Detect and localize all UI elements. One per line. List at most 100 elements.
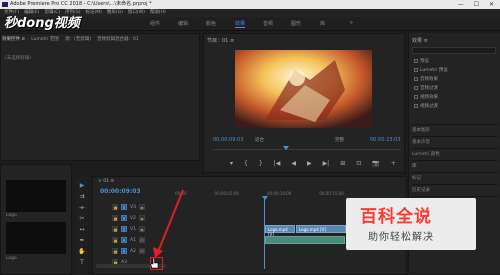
lock-track-icon[interactable]: 🔒 xyxy=(112,237,118,243)
mark-out-button[interactable]: } xyxy=(259,160,263,167)
source-patch-button[interactable]: V xyxy=(121,215,127,221)
overwrite-button[interactable]: ⊡ xyxy=(356,160,361,167)
workspace-tab-editing[interactable]: 编辑 xyxy=(178,20,188,27)
brand-watermark: 秒dong视频 xyxy=(4,16,80,31)
program-time-ruler[interactable] xyxy=(213,146,401,150)
mark-in-button[interactable]: { xyxy=(244,160,248,167)
watermark-title: 百科全说 xyxy=(360,207,432,227)
menu-help[interactable]: 帮助(H) xyxy=(150,9,166,17)
razor-tool-icon[interactable]: ✂ xyxy=(79,215,84,222)
video-clip[interactable]: Logo.mp4 [V] xyxy=(296,225,346,233)
panel-essential-sound[interactable]: 基本声音 xyxy=(412,136,498,145)
lock-track-icon[interactable]: 🔒 xyxy=(112,248,118,254)
effects-panel-title[interactable]: 效果 ≡ xyxy=(412,37,428,44)
mute-button[interactable]: M xyxy=(138,237,145,243)
timeline-timecode[interactable]: 00:00:09:03 xyxy=(100,188,141,195)
source-patch-button[interactable]: V xyxy=(121,226,127,232)
export-frame-button[interactable]: 📷 xyxy=(372,160,379,167)
maximize-icon[interactable]: ☐ xyxy=(474,0,479,9)
watermark-subtitle: 助你轻松解决 xyxy=(368,232,434,243)
effects-folder-lumetri-presets[interactable]: Lumetri 预设 xyxy=(414,67,448,73)
mute-button[interactable]: M xyxy=(138,248,145,254)
tab-audio-mixer[interactable]: 音频剪辑混合器：01 xyxy=(97,36,139,44)
effects-folder-audio-transitions[interactable]: 音频过渡 xyxy=(414,85,438,91)
play-button[interactable]: ▶ xyxy=(307,160,312,167)
timeline-playhead[interactable] xyxy=(262,196,268,200)
ruler-tick-label: 00:00:15:00 xyxy=(319,191,344,196)
folder-icon xyxy=(414,85,418,90)
ruler-tick-label: 00:00:05:00 xyxy=(214,191,239,196)
program-current-timecode[interactable]: 00:00:09:03 xyxy=(213,137,244,143)
workspace-tab-assembly[interactable]: 组件 xyxy=(150,20,160,27)
source-patch-button[interactable]: A xyxy=(121,248,127,254)
selection-tool-icon[interactable]: ▶ xyxy=(80,182,85,189)
timeline-ruler[interactable]: 00:00 00:00:05:00 00:00:10:00 00:00:15:0… xyxy=(175,191,344,196)
tab-lumetri-scopes[interactable]: Lumetri 范围 xyxy=(31,36,59,44)
panel-lumetri-color[interactable]: Lumetri 颜色 xyxy=(412,148,498,157)
track-header-v1: 🔒 V V1 ◉ xyxy=(112,226,145,232)
folder-icon xyxy=(414,67,418,72)
workspace-tab-graphics[interactable]: 图形 xyxy=(291,20,301,27)
lock-track-icon[interactable]: 🔒 xyxy=(112,215,118,221)
video-clip[interactable]: Logo.mp4 [V] xyxy=(265,225,295,237)
source-patch-button[interactable]: A xyxy=(121,237,127,243)
no-clip-selected-text: (未选择剪辑) xyxy=(5,56,32,61)
eye-icon[interactable]: ◉ xyxy=(138,215,145,221)
project-item-thumbnail[interactable] xyxy=(6,222,66,254)
step-back-button[interactable]: ◀ xyxy=(291,160,296,167)
add-marker-button[interactable]: ▾ xyxy=(230,160,233,167)
type-tool-icon[interactable]: T xyxy=(80,259,84,266)
workspace-tab-libraries[interactable]: 库 xyxy=(320,20,325,27)
program-monitor-title[interactable]: 节目：01 ≡ xyxy=(207,37,234,44)
tab-source[interactable]: 源：(无剪辑) xyxy=(65,36,91,44)
panel-history[interactable]: 历史记录 xyxy=(412,184,498,193)
audio-clip[interactable] xyxy=(265,236,345,244)
window-title: Adobe Premiere Pro CC 2018 - C:\Users\..… xyxy=(10,1,152,7)
insert-button[interactable]: ⊞ xyxy=(340,160,345,167)
panel-markers[interactable]: 标记 xyxy=(412,172,498,181)
hand-cursor-icon xyxy=(150,258,159,269)
folder-icon xyxy=(414,94,418,99)
go-to-out-button[interactable]: ▶| xyxy=(323,160,330,167)
effects-search-input[interactable] xyxy=(412,47,496,54)
effects-folder-video-effects[interactable]: 视频效果 xyxy=(414,94,438,100)
eye-icon[interactable]: ◉ xyxy=(138,226,145,232)
pen-tool-icon[interactable]: ✒ xyxy=(79,237,84,244)
more-workspaces-icon[interactable]: » xyxy=(350,20,353,26)
timeline-playhead-line xyxy=(264,199,265,269)
tab-effect-controls[interactable]: 效果控件 ≡ xyxy=(2,36,25,44)
lock-track-icon[interactable]: 🔒 xyxy=(112,204,118,210)
panel-essential-graphics[interactable]: 基本图形 xyxy=(412,124,498,133)
resolution-select[interactable]: 完整 xyxy=(335,137,344,143)
transport-controls: ▾ { } |◀ ◀ ▶ ▶| ⊞ ⊡ 📷 + xyxy=(230,160,396,167)
effects-folder-audio-effects[interactable]: 音频效果 xyxy=(414,76,438,82)
sequence-tab[interactable]: × 01 ≡ xyxy=(98,179,114,184)
zoom-fit-select[interactable]: 适合 xyxy=(255,137,264,143)
source-patch-button[interactable]: V xyxy=(121,204,127,210)
ripple-edit-tool-icon[interactable]: ⟛ xyxy=(79,204,84,211)
effects-folder-presets[interactable]: 预设 xyxy=(414,58,429,64)
lock-track-icon[interactable]: 🔒 xyxy=(112,226,118,232)
go-to-in-button[interactable]: |◀ xyxy=(274,160,281,167)
panel-libraries[interactable]: 库 xyxy=(412,160,498,169)
minimize-icon[interactable]: — xyxy=(458,0,464,9)
eye-icon[interactable]: ◉ xyxy=(138,204,145,210)
slip-tool-icon[interactable]: ↔ xyxy=(79,226,84,233)
menu-graphics[interactable]: 图形(G) xyxy=(107,9,123,17)
workspace-tab-audio[interactable]: 音频 xyxy=(263,20,273,27)
track-select-tool-icon[interactable]: ⇉ xyxy=(79,193,84,200)
workspace-tab-effects[interactable]: 效果 xyxy=(235,20,246,28)
source-panel-tabs: 效果控件 ≡ Lumetri 范围 源：(无剪辑) 音频剪辑混合器：01 xyxy=(2,36,198,44)
hand-tool-icon[interactable]: ✋ xyxy=(78,248,85,255)
menu-marker[interactable]: 标记(M) xyxy=(86,9,102,17)
program-playhead[interactable] xyxy=(283,146,289,150)
window-controls: — ☐ ✕ xyxy=(458,0,500,9)
project-item-thumbnail[interactable] xyxy=(6,180,66,212)
menu-window[interactable]: 窗口(W) xyxy=(128,9,145,17)
folder-icon xyxy=(414,58,418,63)
button-editor-button[interactable]: + xyxy=(391,160,396,167)
effects-folder-video-transitions[interactable]: 视频过渡 xyxy=(414,103,438,109)
program-video-frame xyxy=(235,50,372,128)
workspace-tab-color[interactable]: 颜色 xyxy=(206,20,216,27)
close-icon[interactable]: ✕ xyxy=(489,0,494,9)
